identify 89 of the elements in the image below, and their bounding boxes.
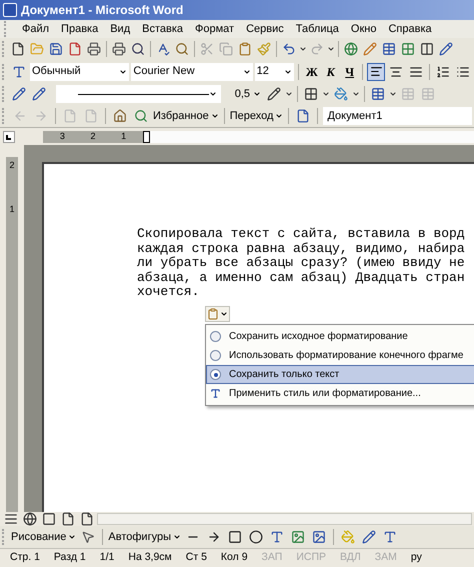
status-item: Разд 1 bbox=[54, 550, 86, 566]
line-weight-dropdown[interactable]: 0,5 bbox=[223, 85, 263, 103]
status-item: 1/1 bbox=[100, 550, 114, 566]
table-icon[interactable] bbox=[380, 40, 398, 58]
drawing-menu-button[interactable]: Рисование bbox=[11, 528, 76, 546]
caret-icon[interactable] bbox=[253, 90, 261, 98]
save-icon[interactable] bbox=[47, 40, 65, 58]
menu-item[interactable]: Таблица bbox=[296, 20, 339, 38]
ruler-number: 2 bbox=[9, 159, 14, 172]
italic-button[interactable]: К bbox=[322, 62, 340, 80]
borders-icon[interactable] bbox=[302, 85, 320, 103]
printer-icon[interactable] bbox=[85, 40, 103, 58]
fill-color-icon[interactable] bbox=[339, 528, 357, 546]
menu-item[interactable]: Вставка bbox=[142, 20, 184, 38]
caret-icon[interactable] bbox=[119, 68, 128, 76]
shading-icon[interactable] bbox=[332, 85, 350, 103]
go-button[interactable]: Переход bbox=[230, 108, 284, 124]
menu-item[interactable]: Формат bbox=[195, 20, 234, 38]
columns-icon[interactable] bbox=[418, 40, 436, 58]
search-icon[interactable] bbox=[132, 107, 150, 125]
status-item: Ст 5 bbox=[186, 550, 207, 566]
radio-button[interactable] bbox=[210, 350, 221, 361]
drawing-icon[interactable] bbox=[437, 40, 455, 58]
web-view-icon[interactable] bbox=[21, 510, 39, 528]
print-icon[interactable] bbox=[110, 40, 128, 58]
menu-item[interactable]: Справка bbox=[388, 20, 432, 38]
status-item: Кол 9 bbox=[220, 550, 248, 566]
spreadsheet-icon[interactable] bbox=[399, 40, 417, 58]
border-color-icon[interactable] bbox=[265, 85, 283, 103]
line-style-dropdown[interactable] bbox=[56, 85, 221, 103]
status-item: ЗАП bbox=[262, 550, 282, 566]
paste-option-item[interactable]: Применить стиль или форматирование... bbox=[206, 384, 474, 403]
caret-icon[interactable] bbox=[220, 310, 228, 318]
indent-marker-icon[interactable] bbox=[143, 130, 150, 142]
status-item: ВДЛ bbox=[340, 550, 361, 566]
picture-icon[interactable] bbox=[310, 528, 328, 546]
autoshapes-button[interactable]: Автофигуры bbox=[108, 528, 181, 546]
rectangle-icon[interactable] bbox=[226, 528, 244, 546]
caret-icon[interactable] bbox=[173, 533, 181, 541]
status-item: Стр. 1 bbox=[10, 550, 40, 566]
menu-item[interactable]: Окно bbox=[350, 20, 376, 38]
favorites-button[interactable]: Избранное bbox=[153, 108, 219, 124]
caret-icon[interactable] bbox=[275, 112, 284, 120]
menu-item[interactable]: Файл bbox=[22, 20, 50, 38]
status-item: На 3,9см bbox=[128, 550, 172, 566]
address-field[interactable]: Документ1 bbox=[323, 107, 472, 125]
document-text-line: каждая строка равна абзацу, видимо, набира bbox=[137, 242, 466, 256]
styles-icon bbox=[210, 388, 221, 399]
document-text-line: ли убрать все абзацы сразу? (имею ввиду не bbox=[137, 256, 466, 270]
paste-option-item[interactable]: Сохранить исходное форматирование bbox=[206, 327, 474, 346]
ruler-number: 1 bbox=[9, 202, 14, 216]
ruler-number: 1 bbox=[121, 130, 126, 143]
tab-stop-button[interactable] bbox=[3, 130, 15, 142]
menu-item[interactable]: Сервис bbox=[246, 20, 284, 38]
radio-button[interactable] bbox=[210, 331, 221, 342]
radio-button[interactable] bbox=[210, 369, 221, 380]
paste-options-button[interactable] bbox=[205, 306, 230, 322]
oval-icon[interactable] bbox=[247, 528, 265, 546]
clipboard-icon[interactable] bbox=[207, 308, 219, 320]
menu-item[interactable]: Вид bbox=[110, 20, 130, 38]
caret-icon[interactable] bbox=[210, 112, 219, 120]
font-size-dropdown[interactable]: 12 bbox=[254, 62, 294, 80]
home-icon[interactable] bbox=[111, 107, 129, 125]
window-title: Документ1 - Microsoft Word bbox=[21, 2, 184, 19]
ruler-number: 2 bbox=[90, 130, 96, 143]
paste-option-item[interactable]: Сохранить только текст bbox=[206, 365, 474, 384]
caret-icon[interactable] bbox=[68, 533, 76, 541]
status-item: ЗАМ bbox=[374, 550, 397, 566]
status-item: ру bbox=[410, 550, 422, 566]
document-text-line: Скопировала текст с сайта, вставила в ворд bbox=[137, 227, 466, 242]
style-dropdown[interactable]: Обычный bbox=[30, 62, 130, 80]
print-preview-icon[interactable] bbox=[129, 40, 147, 58]
print-layout-icon[interactable] bbox=[40, 510, 58, 528]
status-item: ИСПР bbox=[296, 550, 326, 566]
bold-button[interactable]: Ж bbox=[303, 62, 320, 80]
ruler-number: 3 bbox=[60, 130, 65, 143]
menu-item[interactable]: Правка bbox=[61, 20, 98, 38]
hyperlink-icon[interactable] bbox=[342, 40, 360, 58]
underline-button[interactable]: Ч bbox=[341, 62, 358, 80]
caret-icon[interactable] bbox=[242, 68, 251, 76]
line-color-icon[interactable] bbox=[360, 528, 378, 546]
caret-icon[interactable] bbox=[284, 68, 292, 76]
horizontal-scrollbar[interactable] bbox=[97, 513, 472, 525]
caret-icon[interactable] bbox=[209, 90, 217, 98]
font-dropdown[interactable]: Courier New bbox=[131, 62, 253, 80]
document-text-line: абзаца, а именно сам абзац) Двадцать стран bbox=[137, 270, 466, 285]
document-text-line: хочется. bbox=[137, 285, 200, 300]
insert-table-icon[interactable] bbox=[369, 85, 387, 103]
paste-option-item[interactable]: Использовать форматирование конечного фрагме bbox=[206, 346, 474, 365]
